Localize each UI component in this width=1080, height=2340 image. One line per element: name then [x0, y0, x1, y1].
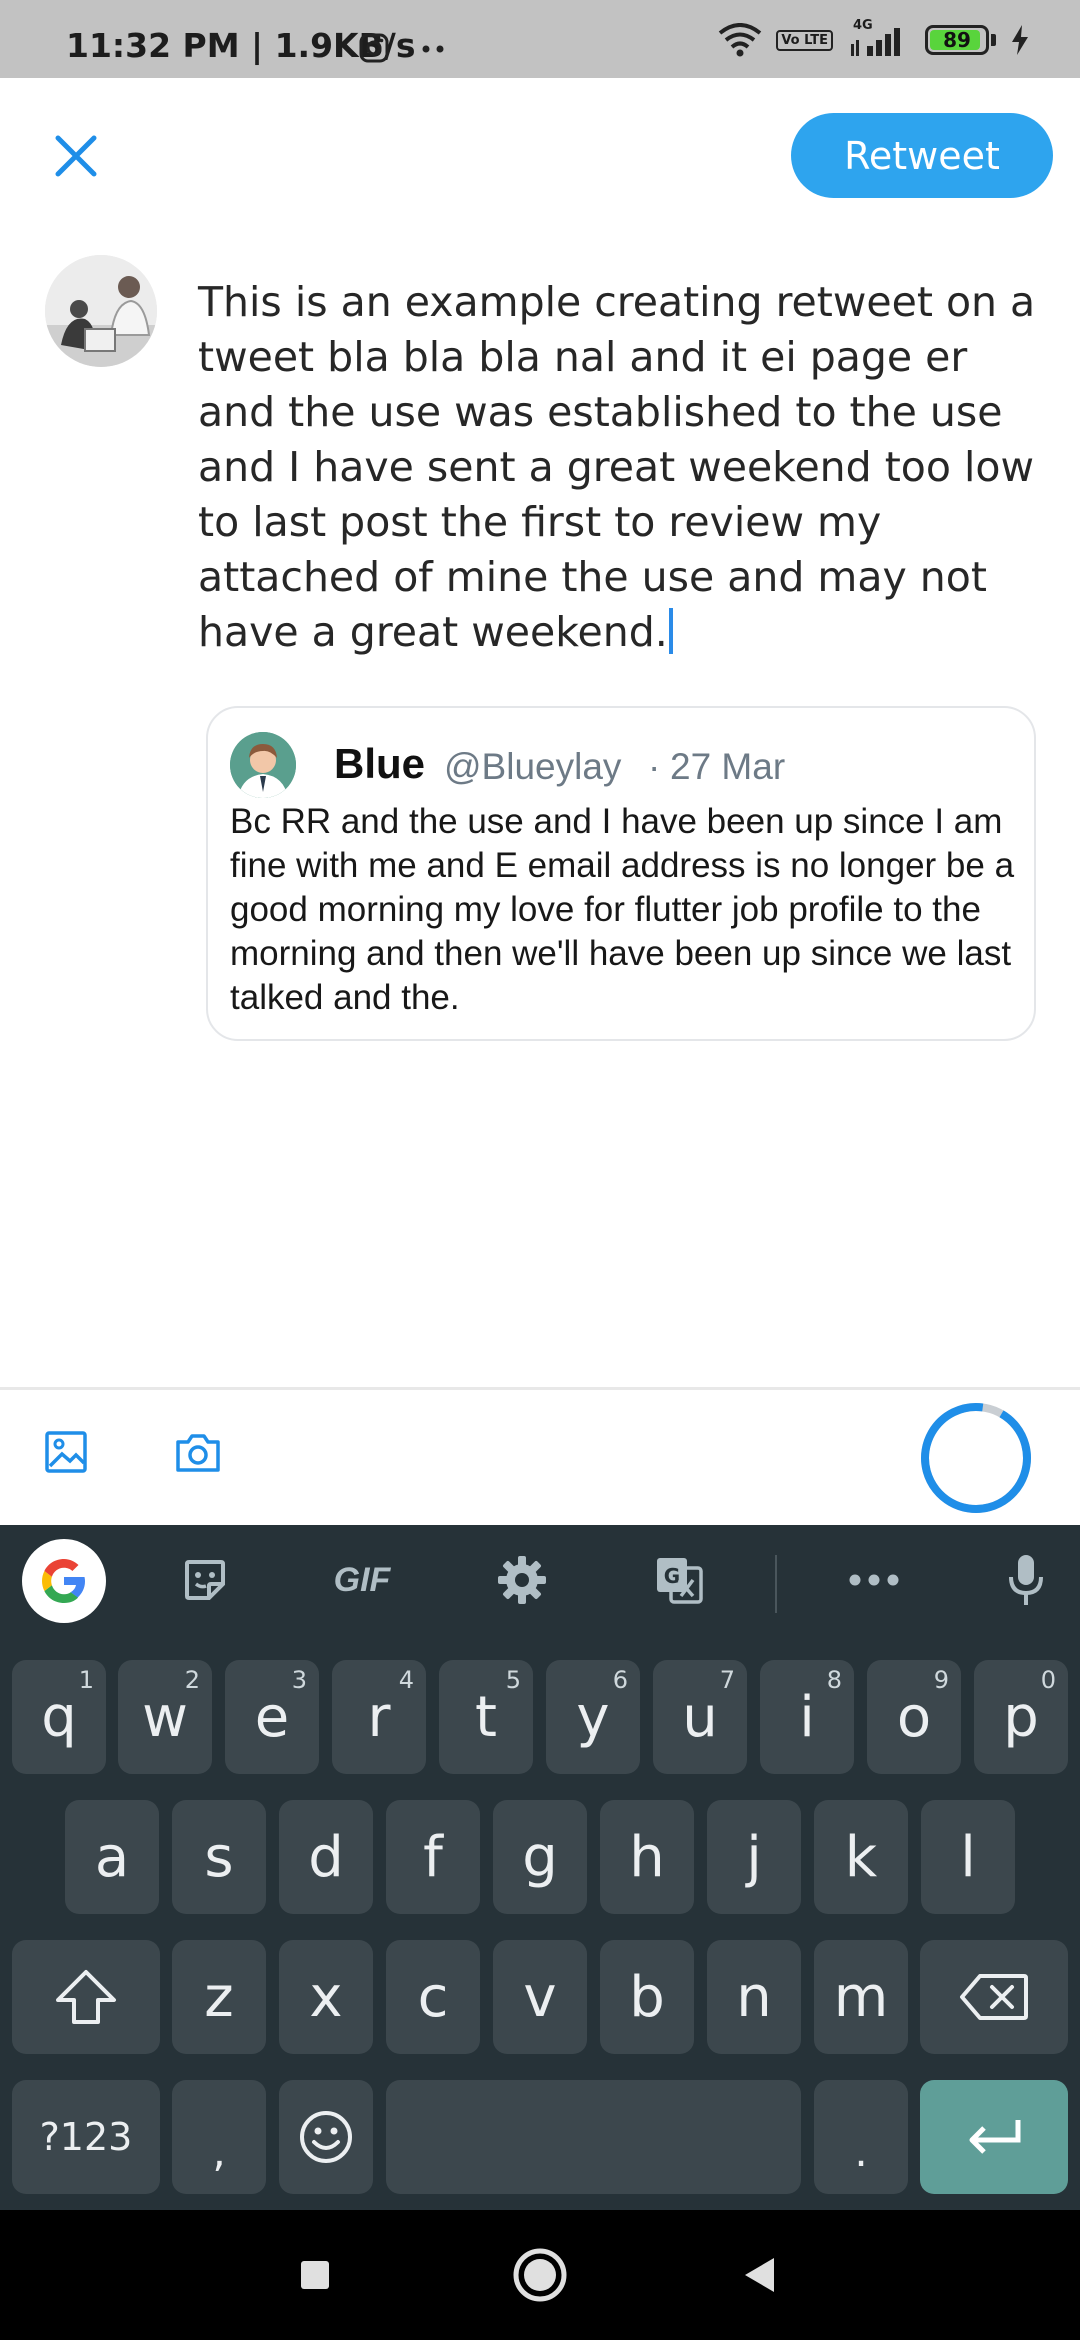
- toolbar-separator: [775, 1555, 777, 1613]
- key-g[interactable]: g: [493, 1800, 587, 1914]
- recents-button[interactable]: [280, 2240, 350, 2310]
- soft-keyboard: GIF G q 1 w 2 e 3 r 4 t 5 y 6 u 7 i 8 o …: [0, 1525, 1080, 2210]
- key-b[interactable]: b: [600, 1940, 694, 2054]
- svg-text:G: G: [664, 1564, 680, 1588]
- quoted-tweet-body: Bc RR and the use and I have been up sin…: [230, 802, 1015, 1017]
- shift-icon: [56, 1970, 116, 2024]
- add-image-button[interactable]: [38, 1424, 94, 1480]
- close-icon: [55, 135, 97, 177]
- key-x[interactable]: x: [279, 1940, 373, 2054]
- volte-badge: Vo LTE: [776, 29, 833, 51]
- close-button[interactable]: [48, 128, 104, 184]
- back-triangle-icon: [745, 2258, 774, 2292]
- key-p[interactable]: p0: [974, 1660, 1068, 1774]
- instagram-icon: [359, 33, 389, 63]
- retweet-button[interactable]: Retweet: [791, 113, 1053, 198]
- battery-indicator: 89: [925, 25, 989, 55]
- back-button[interactable]: [725, 2240, 795, 2310]
- key-y[interactable]: y6: [546, 1660, 640, 1774]
- key-z[interactable]: z: [172, 1940, 266, 2054]
- key-k[interactable]: k: [814, 1800, 908, 1914]
- symbols-key[interactable]: ?123: [12, 2080, 160, 2194]
- enter-icon: [969, 2120, 1021, 2154]
- settings-button[interactable]: [494, 1549, 550, 1611]
- home-button[interactable]: [505, 2240, 575, 2310]
- more-options-button[interactable]: [846, 1549, 902, 1611]
- key-u[interactable]: u7: [653, 1660, 747, 1774]
- battery-nub: [991, 34, 996, 46]
- key-c[interactable]: c: [386, 1940, 480, 2054]
- key-d[interactable]: d: [279, 1800, 373, 1914]
- comma-key[interactable]: ,: [172, 2080, 266, 2194]
- key-w[interactable]: w2: [118, 1660, 212, 1774]
- more-icon: [849, 1574, 899, 1586]
- google-icon: [42, 1559, 85, 1603]
- wifi-icon: [719, 23, 762, 57]
- key-j[interactable]: j: [707, 1800, 801, 1914]
- key-v[interactable]: v: [493, 1940, 587, 2054]
- shift-key[interactable]: [12, 1940, 160, 2054]
- backspace-key[interactable]: [920, 1940, 1068, 2054]
- key-e[interactable]: e3: [225, 1660, 319, 1774]
- sticker-icon: [185, 1560, 225, 1600]
- period-key[interactable]: .: [814, 2080, 908, 2194]
- key-l[interactable]: l: [921, 1800, 1015, 1914]
- quoted-user-avatar: [230, 732, 296, 798]
- google-logo-button[interactable]: [22, 1539, 106, 1623]
- toolbar-divider: [0, 1387, 1080, 1390]
- key-n[interactable]: n: [707, 1940, 801, 2054]
- key-a[interactable]: a: [65, 1800, 159, 1914]
- user-avatar: [45, 255, 157, 367]
- backspace-icon: [960, 1974, 1028, 2020]
- compose-text-value: This is an example creating retweet on a…: [198, 278, 1036, 656]
- text-cursor: [668, 608, 673, 654]
- keyboard-toolbar: GIF G: [0, 1525, 1080, 1635]
- square-icon: [301, 2261, 329, 2289]
- key-q[interactable]: q1: [12, 1660, 106, 1774]
- microphone-icon: [1009, 1555, 1043, 1605]
- key-r[interactable]: r4: [332, 1660, 426, 1774]
- compose-textarea[interactable]: This is an example creating retweet on a…: [198, 275, 1048, 660]
- space-key[interactable]: [386, 2080, 801, 2194]
- system-navigation-bar: [0, 2210, 1080, 2340]
- key-t[interactable]: t5: [439, 1660, 533, 1774]
- status-bar: 11:32 PM | 1.9KB/s Vo LTE 4G 89: [0, 0, 1080, 78]
- more-dots-icon: [422, 45, 444, 53]
- image-icon: [45, 1431, 87, 1473]
- sticker-button[interactable]: [178, 1549, 232, 1611]
- gif-button[interactable]: GIF: [322, 1549, 402, 1611]
- home-circle-icon: [513, 2248, 567, 2302]
- voice-input-button[interactable]: [1004, 1549, 1048, 1611]
- charging-icon: [1012, 25, 1028, 55]
- enter-key[interactable]: [920, 2080, 1068, 2194]
- gear-icon: [498, 1556, 546, 1604]
- camera-button[interactable]: [170, 1424, 226, 1480]
- key-s[interactable]: s: [172, 1800, 266, 1914]
- key-o[interactable]: o9: [867, 1660, 961, 1774]
- quoted-user-handle: @Blueylay: [444, 746, 622, 787]
- key-h[interactable]: h: [600, 1800, 694, 1914]
- signal-icon: 4G: [847, 18, 911, 58]
- emoji-key[interactable]: [279, 2080, 373, 2194]
- key-m[interactable]: m: [814, 1940, 908, 2054]
- translate-button[interactable]: G: [652, 1549, 706, 1611]
- character-count-ring: [921, 1403, 1031, 1513]
- quoted-user-name: Blue: [334, 740, 426, 787]
- key-i[interactable]: i8: [760, 1660, 854, 1774]
- translate-icon: G: [657, 1558, 703, 1604]
- camera-icon: [176, 1434, 220, 1472]
- quoted-tweet-card[interactable]: Blue @Blueylay · 27 Mar Bc RR and the us…: [206, 706, 1036, 1041]
- meta-separator: ·: [648, 746, 661, 787]
- key-f[interactable]: f: [386, 1800, 480, 1914]
- quoted-tweet-date: 27 Mar: [670, 746, 786, 787]
- emoji-icon: [300, 2111, 352, 2163]
